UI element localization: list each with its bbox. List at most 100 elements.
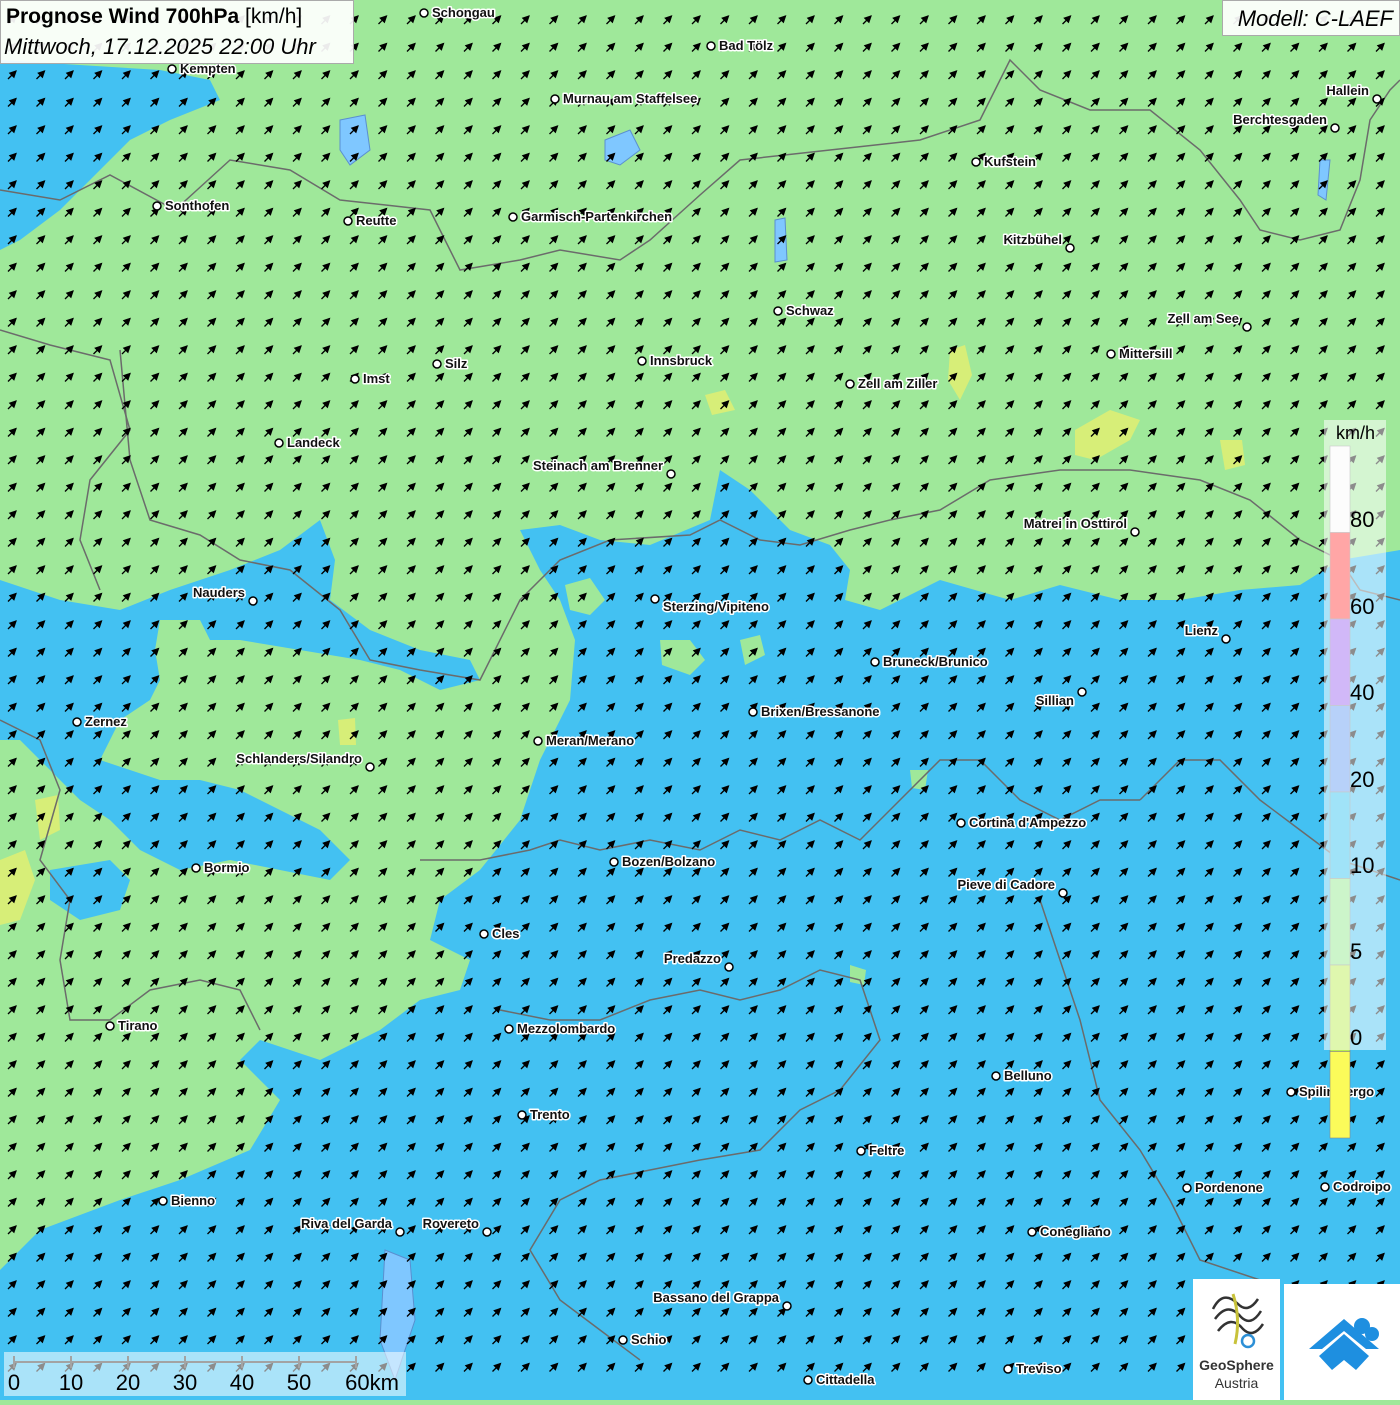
city-label: Pordenone <box>1195 1180 1263 1195</box>
city-dot <box>533 736 543 746</box>
city-label: Bassano del Grappa <box>653 1290 779 1305</box>
scale-label: 0 <box>7 1370 21 1395</box>
city-dot <box>152 201 162 211</box>
city-dot <box>158 1196 168 1206</box>
city-murnau-am-staffelsee[interactable]: Murnau am Staffelsee <box>550 90 699 108</box>
city-dot <box>1058 888 1068 898</box>
city-dot <box>666 469 676 479</box>
city-dot <box>971 157 981 167</box>
city-label: Bad Tölz <box>719 38 774 53</box>
city-dot <box>609 857 619 867</box>
city-dot <box>343 216 353 226</box>
city-label: Murnau am Staffelsee <box>563 91 697 106</box>
city-dot <box>803 1375 813 1385</box>
city-label: Cles <box>492 926 519 941</box>
city-label: Kitzbühel <box>1004 232 1063 247</box>
city-label: Imst <box>363 371 390 386</box>
title-unit: [km/h] <box>245 5 303 28</box>
city-sonthofen[interactable]: Sonthofen <box>152 197 231 215</box>
city-label: Sonthofen <box>165 198 229 213</box>
city-label: Belluno <box>1004 1068 1052 1083</box>
city-label: Schwaz <box>786 303 834 318</box>
city-label: Predazzo <box>664 951 721 966</box>
forecast-datetime: Mittwoch, 17.12.2025 22:00 Uhr <box>4 34 316 59</box>
title-main: Prognose Wind 700hPa <box>6 5 240 28</box>
city-label: Sillian <box>1036 693 1074 708</box>
city-label: Mittersill <box>1119 346 1172 361</box>
scale-label: 20 <box>115 1370 141 1395</box>
city-zell-am-ziller[interactable]: Zell am Ziller <box>845 375 939 393</box>
city-label: Trento <box>530 1107 570 1122</box>
city-dot <box>856 1146 866 1156</box>
city-dot <box>1372 94 1382 104</box>
city-cortina-d-ampezzo[interactable]: Cortina d'Ampezzo <box>956 814 1088 832</box>
city-label: Rovereto <box>423 1216 479 1231</box>
city-label: Cittadella <box>816 1372 875 1387</box>
city-dot <box>432 359 442 369</box>
city-garmisch-partenkirchen[interactable]: Garmisch-Partenkirchen <box>508 208 674 226</box>
city-label: Zell am Ziller <box>858 376 937 391</box>
city-label: Bozen/Bolzano <box>622 854 715 869</box>
city-dot <box>105 1021 115 1031</box>
city-dot <box>517 1110 527 1120</box>
city-label: Meran/Merano <box>546 733 634 748</box>
city-dot <box>845 379 855 389</box>
legend-unit: km/h <box>1336 423 1376 443</box>
page-title: Prognose Wind 700hPa [km/h] <box>6 5 302 29</box>
city-brixen-bressanone[interactable]: Brixen/Bressanone <box>748 703 881 721</box>
city-label: Schongau <box>432 5 495 20</box>
city-innsbruck[interactable]: Innsbruck <box>637 352 714 370</box>
city-label: Schlanders/Silandro <box>236 751 362 766</box>
city-dot <box>1242 322 1252 332</box>
city-label: Steinach am Brenner <box>533 458 663 473</box>
city-dot <box>1330 123 1340 133</box>
city-label: Pieve di Cadore <box>957 877 1055 892</box>
app-logo[interactable] <box>1284 1284 1400 1400</box>
city-label: Hallein <box>1326 83 1369 98</box>
city-label: Schio <box>631 1332 666 1347</box>
city-dot <box>870 657 880 667</box>
city-label: Brixen/Bressanone <box>761 704 880 719</box>
city-label: Conegliano <box>1040 1224 1111 1239</box>
city-label: Cortina d'Ampezzo <box>969 815 1086 830</box>
model-label: Modell: C-LAEF <box>1237 6 1393 31</box>
city-label: Nauders <box>193 585 245 600</box>
city-bozen-bolzano[interactable]: Bozen/Bolzano <box>609 853 717 871</box>
city-dot <box>1286 1087 1296 1097</box>
city-dot <box>550 94 560 104</box>
city-meran-merano[interactable]: Meran/Merano <box>533 732 636 750</box>
city-dot <box>350 374 360 384</box>
city-mezzolombardo[interactable]: Mezzolombardo <box>504 1020 617 1038</box>
geosphere-logo[interactable]: GeoSphere Austria <box>1193 1279 1280 1400</box>
city-dot <box>1221 634 1231 644</box>
cloud-arrow-icon <box>1309 1318 1379 1370</box>
city-dot <box>1065 243 1075 253</box>
scale-label: 30 <box>172 1370 198 1395</box>
city-bruneck-brunico[interactable]: Bruneck/Brunico <box>870 653 989 671</box>
city-dot <box>1003 1364 1013 1374</box>
city-label: Tirano <box>118 1018 158 1033</box>
geosphere-logo-sub: Austria <box>1214 1375 1259 1391</box>
city-label: Riva del Garda <box>301 1216 393 1231</box>
city-schongau[interactable]: Schongau <box>419 4 496 22</box>
city-dot <box>72 717 82 727</box>
city-dot <box>773 306 783 316</box>
city-label: Landeck <box>287 435 341 450</box>
city-label: Bienno <box>171 1193 215 1208</box>
city-label: Codroipo <box>1333 1179 1391 1194</box>
city-label: Reutte <box>356 213 396 228</box>
wind-map[interactable]: SchongauBad TölzKemptenMurnau am Staffel… <box>0 0 1400 1400</box>
city-dot <box>706 41 716 51</box>
city-dot <box>167 64 177 74</box>
city-conegliano[interactable]: Conegliano <box>1027 1223 1112 1241</box>
legend-label: 60 <box>1350 594 1375 619</box>
city-pordenone[interactable]: Pordenone <box>1182 1179 1264 1197</box>
city-dot <box>618 1335 628 1345</box>
city-dot <box>274 438 284 448</box>
scale-label: 40 <box>229 1370 255 1395</box>
city-dot <box>956 818 966 828</box>
city-dot <box>782 1301 792 1311</box>
city-dot <box>1320 1182 1330 1192</box>
city-label: Garmisch-Partenkirchen <box>521 209 672 224</box>
city-label: Lienz <box>1185 623 1219 638</box>
